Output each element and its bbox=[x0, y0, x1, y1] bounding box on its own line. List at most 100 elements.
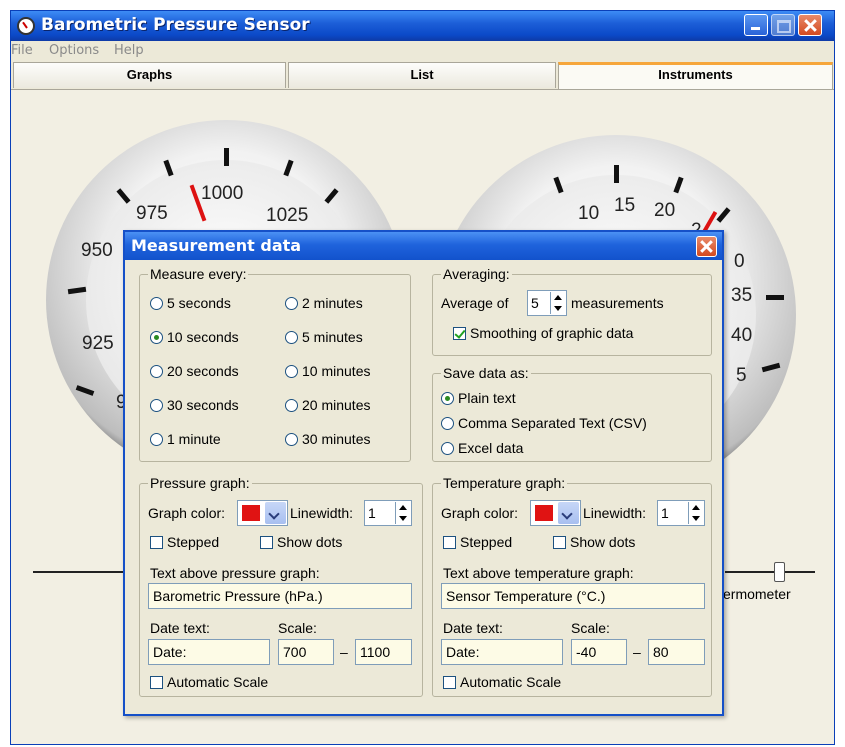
pressure-text-above-input[interactable]: Barometric Pressure (hPa.) bbox=[148, 583, 412, 609]
temperature-text-above-input[interactable]: Sensor Temperature (°C.) bbox=[441, 583, 705, 609]
radio-button[interactable] bbox=[285, 330, 298, 344]
scale-dash: – bbox=[633, 644, 641, 660]
checkbox[interactable] bbox=[443, 535, 456, 549]
gauge-tick bbox=[614, 165, 619, 183]
pressure-auto-scale-checkbox[interactable]: Automatic Scale bbox=[150, 674, 268, 690]
gauge-tick bbox=[224, 148, 229, 166]
radio-button[interactable] bbox=[150, 330, 163, 344]
checkbox[interactable] bbox=[150, 535, 163, 549]
graph-color-label: Graph color: bbox=[148, 505, 226, 521]
dialog-close-button[interactable] bbox=[696, 236, 717, 257]
dialog-title-bar[interactable]: Measurement data bbox=[125, 232, 722, 260]
tab-instruments[interactable]: Instruments bbox=[558, 62, 833, 90]
date-text-label: Date text: bbox=[443, 620, 503, 636]
menu-help[interactable]: Help bbox=[114, 43, 144, 58]
spin-arrows-icon[interactable] bbox=[395, 502, 410, 524]
tab-list[interactable]: List bbox=[288, 62, 556, 88]
checkbox[interactable] bbox=[453, 326, 466, 340]
radio-button[interactable] bbox=[285, 432, 298, 446]
radio-button[interactable] bbox=[285, 296, 298, 310]
radio-5-minutes[interactable]: 5 minutes bbox=[285, 329, 363, 345]
chevron-down-icon[interactable] bbox=[558, 502, 579, 524]
thermometer-slider-handle[interactable] bbox=[774, 562, 785, 582]
temperature-label: 20 bbox=[654, 200, 676, 221]
averaging-title: Averaging: bbox=[441, 266, 512, 282]
radio-20-seconds[interactable]: 20 seconds bbox=[150, 363, 239, 379]
measurements-label: measurements bbox=[571, 295, 664, 311]
radio-30-minutes[interactable]: 30 minutes bbox=[285, 431, 370, 447]
radio-button[interactable] bbox=[150, 364, 163, 378]
temperature-scale-max-input[interactable]: 80 bbox=[648, 639, 705, 665]
radio-button[interactable] bbox=[150, 398, 163, 412]
temperature-label: 10 bbox=[578, 203, 600, 224]
title-bar[interactable]: Barometric Pressure Sensor bbox=[11, 11, 834, 41]
spin-arrows-icon[interactable] bbox=[688, 502, 703, 524]
temperature-date-text-input[interactable]: Date: bbox=[441, 639, 563, 665]
menu-file[interactable]: File bbox=[11, 43, 33, 58]
temperature-color-picker[interactable] bbox=[530, 500, 581, 526]
radio-plain-text[interactable]: Plain text bbox=[441, 390, 516, 406]
linewidth-label: Linewidth: bbox=[583, 505, 647, 521]
checkbox[interactable] bbox=[443, 675, 456, 689]
pressure-show-dots-checkbox[interactable]: Show dots bbox=[260, 534, 342, 550]
radio-button[interactable] bbox=[441, 441, 454, 455]
spin-arrows-icon[interactable] bbox=[550, 292, 565, 314]
temperature-show-dots-checkbox[interactable]: Show dots bbox=[553, 534, 635, 550]
gauge-tick bbox=[761, 362, 781, 373]
gauge-tick bbox=[75, 385, 95, 396]
measurement-dialog: Measurement data Measure every: 5 second… bbox=[123, 230, 724, 716]
pressure-linewidth-stepper[interactable]: 1 bbox=[364, 500, 412, 526]
pressure-scale-max-input[interactable]: 1100 bbox=[355, 639, 412, 665]
average-count-stepper[interactable]: 5 bbox=[527, 290, 567, 316]
temperature-label: 0 bbox=[734, 251, 745, 272]
close-button[interactable] bbox=[798, 14, 822, 36]
pressure-date-text-input[interactable]: Date: bbox=[148, 639, 270, 665]
gauge-tick bbox=[116, 188, 131, 204]
radio-2-minutes[interactable]: 2 minutes bbox=[285, 295, 363, 311]
average-of-label: Average of bbox=[441, 295, 509, 311]
radio-button[interactable] bbox=[285, 398, 298, 412]
tab-bar: Graphs List Instruments bbox=[11, 62, 834, 90]
temperature-stepped-checkbox[interactable]: Stepped bbox=[443, 534, 512, 550]
dialog-title: Measurement data bbox=[131, 236, 302, 255]
checkbox[interactable] bbox=[150, 675, 163, 689]
scale-label: Scale: bbox=[571, 620, 610, 636]
minimize-button[interactable] bbox=[744, 14, 768, 36]
radio-1-minute[interactable]: 1 minute bbox=[150, 431, 221, 447]
smoothing-checkbox[interactable]: Smoothing of graphic data bbox=[453, 325, 633, 341]
pressure-label: 925 bbox=[82, 333, 114, 354]
measure-every-group: Measure every: 5 seconds 10 seconds 20 s… bbox=[139, 266, 411, 462]
thermometer-label: ermometer bbox=[723, 586, 791, 602]
menu-options[interactable]: Options bbox=[49, 43, 99, 58]
checkbox[interactable] bbox=[553, 535, 566, 549]
radio-button[interactable] bbox=[150, 432, 163, 446]
gauge-tick bbox=[283, 159, 294, 177]
chevron-down-icon[interactable] bbox=[265, 502, 286, 524]
tab-graphs[interactable]: Graphs bbox=[13, 62, 286, 88]
temperature-label: 5 bbox=[736, 365, 747, 386]
radio-10-seconds[interactable]: 10 seconds bbox=[150, 329, 239, 345]
radio-10-minutes[interactable]: 10 minutes bbox=[285, 363, 370, 379]
pressure-stepped-checkbox[interactable]: Stepped bbox=[150, 534, 219, 550]
scale-label: Scale: bbox=[278, 620, 317, 636]
checkbox[interactable] bbox=[260, 535, 273, 549]
maximize-button[interactable] bbox=[771, 14, 795, 36]
radio-button[interactable] bbox=[441, 416, 454, 430]
pressure-scale-min-input[interactable]: 700 bbox=[278, 639, 334, 665]
radio-button[interactable] bbox=[285, 364, 298, 378]
radio-excel[interactable]: Excel data bbox=[441, 440, 523, 456]
pressure-color-picker[interactable] bbox=[237, 500, 288, 526]
temperature-graph-title: Temperature graph: bbox=[441, 475, 568, 491]
radio-button[interactable] bbox=[441, 391, 454, 405]
temperature-linewidth-stepper[interactable]: 1 bbox=[657, 500, 705, 526]
averaging-group: Averaging: Average of 5 measurements Smo… bbox=[432, 266, 712, 356]
radio-5-seconds[interactable]: 5 seconds bbox=[150, 295, 231, 311]
gauge-tick bbox=[766, 295, 784, 300]
temperature-scale-min-input[interactable]: -40 bbox=[571, 639, 627, 665]
radio-csv[interactable]: Comma Separated Text (CSV) bbox=[441, 415, 647, 431]
radio-20-minutes[interactable]: 20 minutes bbox=[285, 397, 370, 413]
temperature-auto-scale-checkbox[interactable]: Automatic Scale bbox=[443, 674, 561, 690]
thermometer-slider-track[interactable] bbox=[725, 571, 815, 573]
radio-button[interactable] bbox=[150, 296, 163, 310]
radio-30-seconds[interactable]: 30 seconds bbox=[150, 397, 239, 413]
